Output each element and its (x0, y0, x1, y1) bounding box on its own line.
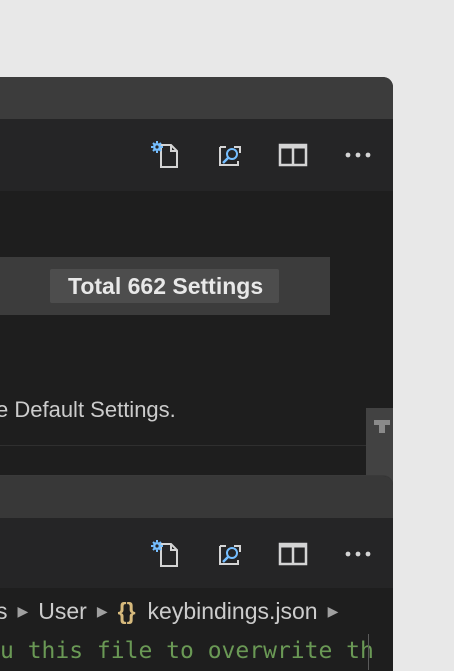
more-actions-icon (342, 538, 374, 570)
code-line[interactable]: u this file to overwrite th (0, 634, 393, 670)
breadcrumb-item-user[interactable]: User (38, 598, 87, 625)
split-editor-button[interactable] (277, 538, 309, 570)
divider (0, 445, 366, 446)
breadcrumb-item-file[interactable]: keybindings.json (148, 598, 318, 625)
more-actions-button[interactable] (342, 538, 374, 570)
open-settings-json-icon (149, 139, 181, 171)
open-settings-json-icon (149, 538, 181, 570)
split-editor-icon (277, 139, 309, 171)
keybindings-editor-window: s ▶ User ▶ {} keybindings.json ▶ u this … (0, 475, 393, 671)
settings-editor-window: Total 662 Settings e Default Settings. (0, 77, 393, 497)
breadcrumb: s ▶ User ▶ {} keybindings.json ▶ (0, 588, 393, 634)
chevron-right-icon: ▶ (96, 602, 108, 619)
editor-tab-bar (0, 518, 393, 588)
settings-count-badge: Total 662 Settings (50, 269, 280, 303)
overview-ruler-mark (379, 425, 385, 433)
breadcrumb-item[interactable]: s (0, 598, 8, 625)
find-in-file-icon (214, 139, 246, 171)
window-titlebar (0, 77, 393, 119)
find-in-file-button[interactable] (214, 538, 246, 570)
split-editor-icon (277, 538, 309, 570)
window-titlebar (0, 476, 393, 518)
editor-ruler (368, 634, 369, 670)
find-in-file-icon (214, 538, 246, 570)
json-file-icon: {} (117, 597, 136, 624)
open-settings-json-button[interactable] (149, 538, 181, 570)
editor-actions (0, 119, 393, 191)
code-comment: u this file to overwrite th (0, 638, 374, 664)
split-editor-button[interactable] (277, 139, 309, 171)
settings-search-input[interactable]: Total 662 Settings (0, 257, 330, 315)
more-actions-icon (342, 139, 374, 171)
editor-actions (0, 518, 393, 590)
find-in-file-button[interactable] (214, 139, 246, 171)
editor-tab-bar (0, 119, 393, 191)
chevron-right-icon: ▶ (17, 602, 29, 619)
open-settings-json-button[interactable] (149, 139, 181, 171)
more-actions-button[interactable] (342, 139, 374, 171)
keybindings-content: s ▶ User ▶ {} keybindings.json ▶ u this … (0, 588, 393, 671)
settings-hint-text: e Default Settings. (0, 397, 176, 422)
chevron-right-icon: ▶ (327, 602, 339, 619)
